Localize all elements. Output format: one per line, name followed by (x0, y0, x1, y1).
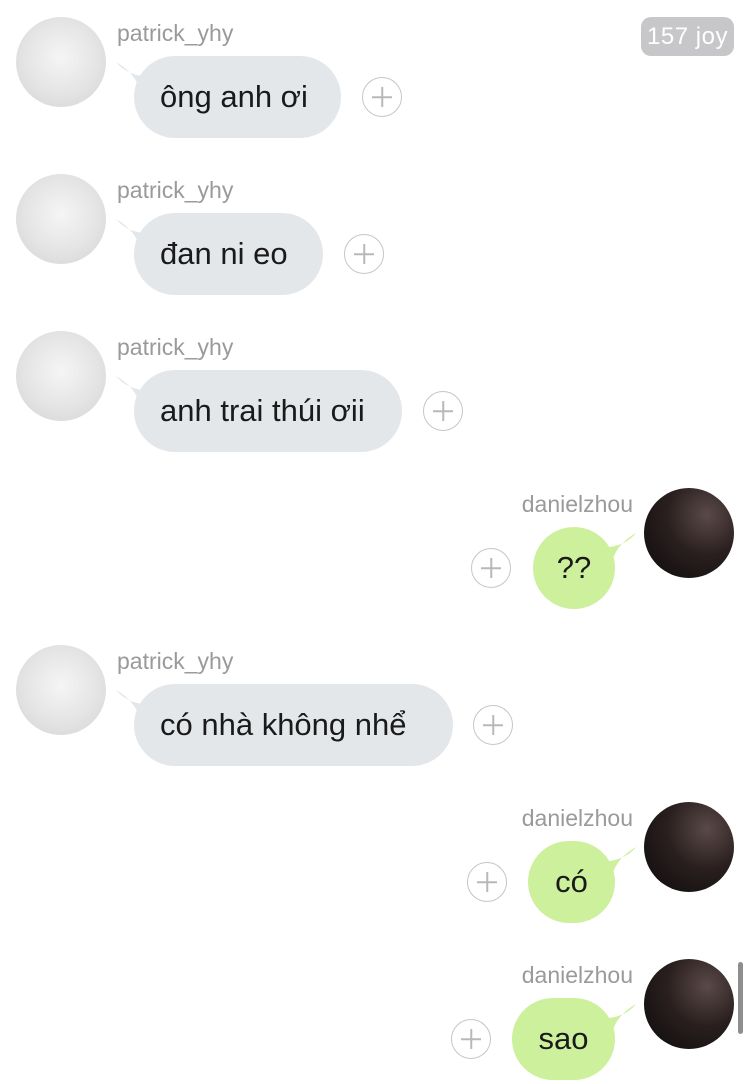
message-bubble[interactable]: sao (512, 998, 615, 1080)
message-bubble[interactable]: có nhà không nhể (134, 684, 453, 766)
patrick-avatar[interactable] (16, 17, 106, 107)
patrick-avatar[interactable] (16, 174, 106, 264)
sender-name: danielzhou (521, 962, 633, 988)
scrollbar[interactable] (738, 962, 743, 1034)
add-reaction-icon[interactable] (362, 77, 402, 117)
sender-name: patrick_yhy (117, 648, 234, 674)
daniel-avatar[interactable] (644, 802, 734, 892)
sender-name: patrick_yhy (117, 20, 234, 46)
message-bubble[interactable]: có (528, 841, 615, 923)
add-reaction-icon[interactable] (423, 391, 463, 431)
patrick-avatar[interactable] (16, 645, 106, 735)
add-reaction-icon[interactable] (344, 234, 384, 274)
sender-name: patrick_yhy (117, 334, 234, 360)
sender-name: danielzhou (521, 805, 633, 831)
add-reaction-icon[interactable] (473, 705, 513, 745)
sender-name: patrick_yhy (117, 177, 234, 203)
daniel-avatar[interactable] (644, 488, 734, 578)
reaction-count-badge[interactable]: 157 joy (641, 17, 734, 56)
add-reaction-icon[interactable] (467, 862, 507, 902)
message-bubble[interactable]: anh trai thúi ơii (134, 370, 402, 452)
add-reaction-icon[interactable] (471, 548, 511, 588)
message-bubble[interactable]: đan ni eo (134, 213, 323, 295)
sender-name: danielzhou (521, 491, 633, 517)
message-bubble[interactable]: ông anh ơi (134, 56, 341, 138)
patrick-avatar[interactable] (16, 331, 106, 421)
message-bubble[interactable]: ?? (533, 527, 615, 609)
add-reaction-icon[interactable] (451, 1019, 491, 1059)
daniel-avatar[interactable] (644, 959, 734, 1049)
